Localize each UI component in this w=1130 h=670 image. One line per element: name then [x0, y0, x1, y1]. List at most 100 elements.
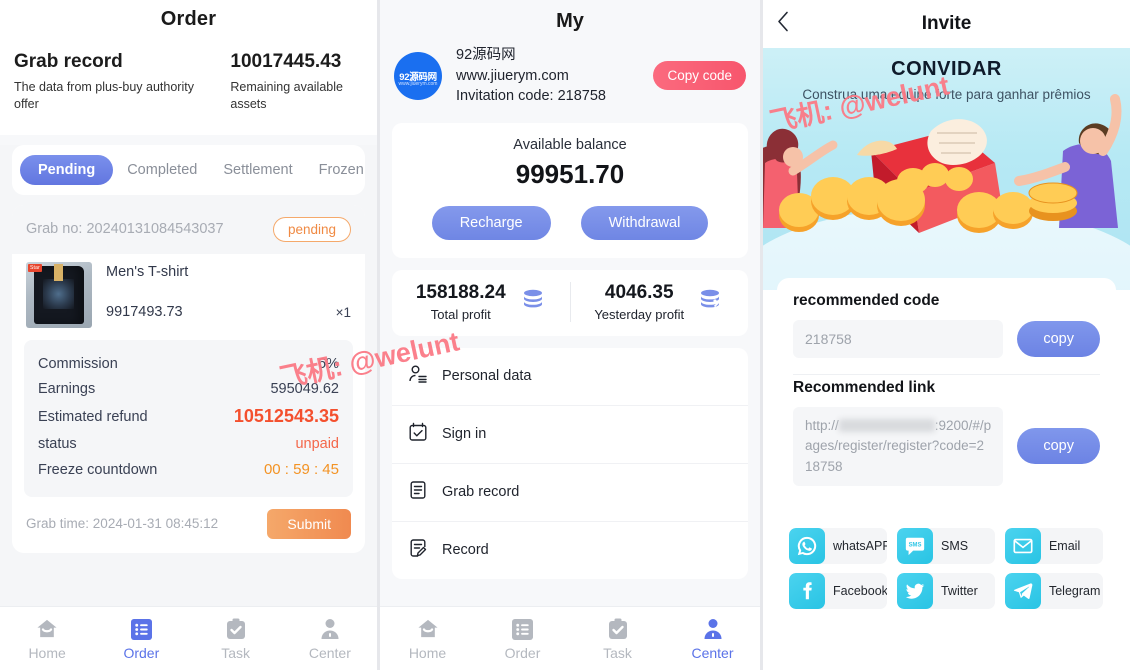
product-quantity: ×1 [335, 304, 351, 320]
recommended-link-value[interactable]: http://:9200/#/pages/register/register?c… [793, 407, 1004, 486]
remaining-assets-amount: 10017445.43 [230, 51, 342, 72]
calendar-check-icon [408, 422, 428, 447]
freeze-countdown-value: 00 : 59 : 45 [263, 461, 339, 479]
menu-item-sign-in[interactable]: Sign in [392, 406, 748, 464]
telegram-icon [1004, 572, 1041, 609]
assets-block: 10017445.43 Remaining available assets [230, 51, 363, 113]
user-invitation-code: Invitation code: 218758 [456, 88, 606, 105]
grab-record-heading: Grab record [14, 51, 123, 72]
estimated-refund-value: 10512543.35 [233, 406, 339, 427]
my-tabbar-item-task[interactable]: Task [570, 616, 665, 661]
detail-row-status: status unpaid [38, 432, 339, 457]
my-menu: Personal data Sign in Grab record Record [392, 347, 748, 579]
tabbar-item-task[interactable]: Task [189, 616, 283, 661]
detail-row-estimated-refund: Estimated refund 10512543.35 [38, 402, 339, 432]
order-tabbar: Home Order Task Center [0, 606, 377, 670]
twitter-icon [896, 572, 933, 609]
share-label-facebook: Facebook [833, 583, 887, 598]
avatar-text-line2: www.jiuerym.com [398, 80, 438, 87]
my-tabbar-item-center[interactable]: Center [665, 616, 760, 661]
list-icon [475, 616, 570, 642]
my-tabbar-item-order[interactable]: Order [475, 616, 570, 661]
my-tabbar-label-center: Center [691, 645, 734, 661]
order-card: Grab no: 20240131084543037 pending Star … [12, 204, 365, 553]
grab-no: Grab no: 20240131084543037 [26, 221, 224, 237]
hero-headline: CONVIDAR [891, 58, 1002, 80]
copy-code-button[interactable]: Copy code [653, 61, 746, 91]
tab-pending[interactable]: Pending [20, 154, 114, 185]
tabbar-item-center[interactable]: Center [283, 616, 377, 661]
profit-card: 158188.24 Total profit 4046.35 Yesterday… [392, 269, 749, 336]
yesterday-profit-block: 4046.35 Yesterday profit [571, 282, 749, 322]
menu-item-record[interactable]: Record [392, 522, 748, 579]
order-details: Commission 6% Earnings 595049.62 Estimat… [24, 339, 353, 497]
invite-panel: Invite CONVIDAR Construa uma equipe fort… [763, 0, 1130, 670]
grab-record-subtitle: The data from plus-buy authority offer [14, 80, 194, 111]
product-name: Men's T-shirt [106, 263, 189, 280]
share-label-telegram: Telegram [1048, 583, 1101, 598]
user-name: 92源码网 [456, 47, 516, 63]
share-item-sms[interactable]: SMS SMS [896, 527, 995, 564]
grab-no-value: 20240131084543037 [86, 221, 224, 238]
chevron-left-icon[interactable] [775, 11, 791, 38]
invite-card-divider [793, 374, 1100, 375]
total-profit-text: 158188.24 Total profit [416, 282, 506, 322]
tab-frozen[interactable]: Frozen [307, 155, 376, 185]
order-card-header: Grab no: 20240131084543037 pending [12, 204, 365, 254]
document-lines-icon [408, 480, 428, 505]
sms-icon: SMS [896, 527, 933, 564]
remaining-assets-label: Remaining available assets [230, 80, 343, 111]
tabbar-label-order: Order [123, 645, 160, 661]
recommended-link-heading: Recommended link [793, 379, 936, 396]
order-status-tabs: Pending Completed Settlement Frozen [12, 144, 365, 195]
recommended-code-input[interactable] [793, 320, 1004, 358]
product-thumbnail[interactable]: Star [26, 261, 92, 328]
share-item-facebook[interactable]: Facebook [789, 572, 887, 609]
tab-settlement[interactable]: Settlement [211, 155, 304, 185]
clipboard-check-icon [189, 616, 283, 642]
grab-time-value: 2024-01-31 08:45:12 [92, 516, 219, 532]
menu-item-grab-record[interactable]: Grab record [392, 464, 748, 522]
submit-button[interactable]: Submit [267, 508, 351, 539]
status-value: unpaid [295, 436, 339, 453]
share-item-email[interactable]: Email [1004, 527, 1103, 564]
share-card: whatsAPP SMS SMS Email Facebook Twitter … [777, 515, 1116, 623]
home-icon [380, 616, 475, 642]
balance-actions: Recharge Withdrawal [392, 205, 748, 240]
order-panel: Order Grab record The data from plus-buy… [0, 0, 377, 670]
share-item-telegram[interactable]: Telegram [1004, 572, 1103, 609]
tab-completed[interactable]: Completed [115, 155, 209, 185]
page-title: Order [160, 8, 217, 30]
product-info: Men's T-shirt 9917493.73 ×1 [92, 262, 351, 320]
avatar[interactable]: 92源码网 www.jiuerym.com [394, 51, 442, 100]
email-icon [1004, 527, 1041, 564]
share-item-whatsapp[interactable]: whatsAPP [789, 527, 887, 564]
clipboard-check-icon [570, 616, 665, 642]
status-badge: pending [272, 216, 351, 242]
share-label-twitter: Twitter [940, 583, 978, 598]
estimated-refund-label: Estimated refund [38, 408, 148, 425]
whatsapp-icon [789, 527, 825, 564]
menu-item-personal-data[interactable]: Personal data [392, 348, 748, 406]
order-header: Order Grab record The data from plus-buy… [0, 0, 377, 135]
tabbar-item-home[interactable]: Home [0, 616, 94, 661]
yesterday-profit-label: Yesterday profit [594, 306, 685, 322]
database-percent-icon [698, 286, 724, 317]
tabbar-item-order[interactable]: Order [94, 616, 188, 661]
withdrawal-button[interactable]: Withdrawal [580, 205, 709, 240]
copy-code-button-invite[interactable]: copy [1017, 321, 1100, 357]
database-icon [520, 286, 546, 317]
invite-title: Invite [921, 13, 972, 34]
detail-row-commission: Commission 6% [38, 352, 339, 377]
copy-link-button[interactable]: copy [1017, 428, 1100, 465]
tabbar-label-home: Home [28, 645, 66, 661]
my-tabbar-item-home[interactable]: Home [380, 616, 475, 661]
tabbar-label-center: Center [308, 645, 351, 661]
facebook-icon [789, 572, 825, 609]
recharge-button[interactable]: Recharge [431, 205, 551, 240]
grab-time: Grab time: 2024-01-31 08:45:12 [26, 516, 218, 531]
available-balance-value: 99951.70 [515, 158, 625, 189]
share-item-twitter[interactable]: Twitter [896, 572, 995, 609]
document-edit-icon [408, 538, 428, 563]
person-icon [283, 616, 377, 642]
